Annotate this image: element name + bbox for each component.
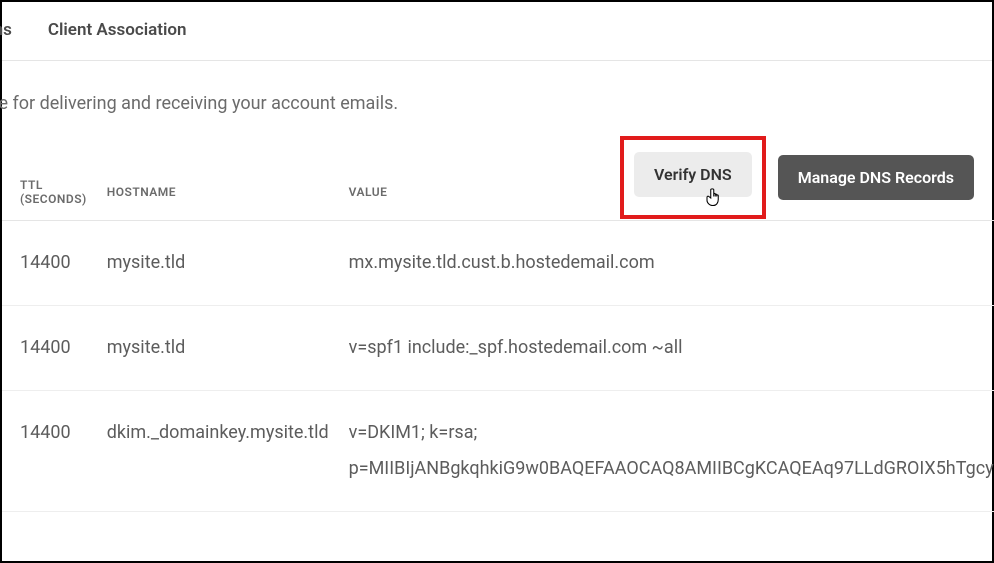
table-row: 14400 mysite.tld v=spf1 include:_spf.hos… — [2, 306, 994, 391]
table-row: 14400 mysite.tld mx.mysite.tld.cust.b.ho… — [2, 221, 994, 306]
cell-ttl: 14400 — [2, 221, 97, 306]
verify-dns-highlight: Verify DNS — [620, 136, 766, 219]
cell-value: v=DKIM1; k=rsa; p=MIIBIjANBgkqhkiG9w0BAQ… — [339, 391, 994, 512]
nav-item-partial[interactable]: ons — [0, 20, 12, 40]
manage-dns-records-button[interactable]: Manage DNS Records — [778, 155, 974, 200]
cell-hostname: mysite.tld — [97, 306, 339, 391]
dns-description: ble for delivering and receiving your ac… — [0, 61, 992, 114]
table-row: 14400 dkim._domainkey.mysite.tld v=DKIM1… — [2, 391, 994, 512]
header-ttl: TTL (SECONDS) — [2, 164, 97, 221]
cell-ttl: 14400 — [2, 306, 97, 391]
action-row: Verify DNS Manage DNS Records — [620, 136, 974, 219]
nav-item-client-association[interactable]: Client Association — [48, 20, 187, 40]
cell-value: mx.mysite.tld.cust.b.hostedemail.com — [339, 221, 994, 306]
header-hostname: HOSTNAME — [97, 164, 339, 221]
cell-ttl: 14400 — [2, 391, 97, 512]
cell-value: v=spf1 include:_spf.hostedemail.com ~all — [339, 306, 994, 391]
cell-hostname: mysite.tld — [97, 221, 339, 306]
cell-hostname: dkim._domainkey.mysite.tld — [97, 391, 339, 512]
nav-bar: ons Client Association — [2, 2, 992, 61]
verify-dns-button[interactable]: Verify DNS — [634, 152, 752, 197]
